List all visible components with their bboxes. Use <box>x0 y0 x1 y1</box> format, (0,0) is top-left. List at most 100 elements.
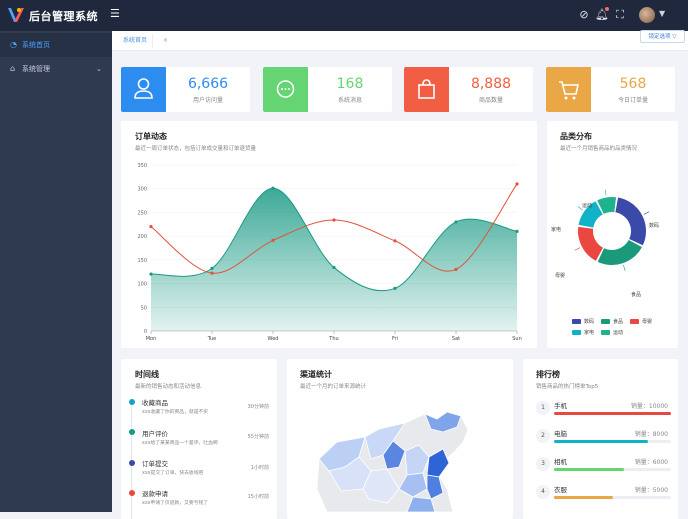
timeline-desc: xxx提交了订单，快去收钱吧 <box>142 471 204 476</box>
stat-icon-box <box>263 67 308 112</box>
card-title: 时间线 <box>135 370 159 379</box>
close-icon[interactable]: × <box>163 34 168 48</box>
rank-bar-fill <box>554 496 613 499</box>
rank-name: 手机 <box>554 402 567 410</box>
stat-card-orders: 568 今日订单量 <box>546 67 675 112</box>
stat-label: 商品数量 <box>478 97 503 104</box>
data-point <box>515 229 519 233</box>
app-title: 后台管理系统 <box>29 10 98 23</box>
timeline-dot <box>129 399 135 405</box>
timeline-dot <box>129 490 135 496</box>
legend-label: 母婴 <box>642 319 653 325</box>
channel-card: 渠道统计 最近一个月的订单来源统计 <box>287 359 513 519</box>
data-point <box>210 271 214 275</box>
rank-name: 相机 <box>554 458 567 466</box>
slice-label-line <box>643 211 650 215</box>
timeline-card: 时间线 最新的销售动态和活动信息 收藏商品 xxx收藏了你的商品，就是不买 30… <box>121 359 277 519</box>
order-chart-card: 订单动态 最近一周订单状态，包括订单成交量和订单退货量 0 50 100 150 200… <box>121 121 537 348</box>
card-subtitle: 销售商品的热门榜单Top5 <box>536 384 599 390</box>
rank-badge: 3 <box>536 457 550 471</box>
y-tick-label: 100 <box>137 282 147 288</box>
data-point <box>393 286 397 290</box>
slice-label: 家电 <box>551 226 561 233</box>
data-point <box>454 220 458 224</box>
data-point <box>515 182 519 186</box>
y-tick-label: 0 <box>144 329 147 335</box>
menu-toggle-icon[interactable]: ☰ <box>110 8 122 20</box>
donut-slice <box>578 226 603 261</box>
donut-slice <box>615 197 646 246</box>
x-tick-label: Thu <box>328 336 338 342</box>
stat-label: 用户访问量 <box>192 97 223 104</box>
timeline-title: 收藏商品 <box>142 399 168 407</box>
notification-dot <box>605 7 609 11</box>
sidebar-item-home[interactable]: ◔ 系统首页 <box>0 33 112 57</box>
ranking-card: 排行榜 销售商品的热门榜单Top5 1 手机 销量：10000 2 电脑 销量：… <box>523 359 678 519</box>
fullscreen-icon[interactable]: ⛶ <box>613 8 627 22</box>
stat-icon-box <box>546 67 591 112</box>
avatar[interactable] <box>639 7 655 23</box>
x-tick-label: Sat <box>452 336 460 342</box>
rank-value: 销量：8000 <box>634 431 668 438</box>
category-chart-card: 品类分布 最近一个月销售商品的品类情况 数码 食品 母婴 家电 运动 数码 食品 母婴 … <box>547 121 678 348</box>
rank-value: 销量：6000 <box>634 459 668 466</box>
y-tick-label: 300 <box>137 187 147 193</box>
theme-icon[interactable]: ⊘ <box>577 8 591 22</box>
rank-badge: 2 <box>536 429 550 443</box>
rank-bar-fill <box>554 412 671 415</box>
timeline-time: 30分钟前 <box>247 404 269 410</box>
stat-card-visits: 6,666 用户访问量 <box>121 67 250 112</box>
slice-label: 母婴 <box>555 273 565 279</box>
sidebar-item-label: 系统首页 <box>22 41 50 49</box>
message-icon <box>276 80 295 98</box>
timeline-title: 订单提交 <box>142 460 168 468</box>
timeline-time: 15小时前 <box>247 494 269 500</box>
bag-icon <box>418 79 435 99</box>
lock-options-button[interactable]: 锁定选项 ▽ <box>640 30 685 43</box>
stat-icon-box <box>404 67 449 112</box>
china-map <box>316 411 469 513</box>
rank-bar <box>554 412 671 415</box>
y-tick-label: 250 <box>137 210 147 216</box>
data-point <box>393 239 397 243</box>
timeline-desc: xxx申请了仅退款，又要亏钱了 <box>142 501 209 506</box>
breadcrumb: 系统首页 × 锁定选项 ▽ <box>112 30 688 51</box>
slice-label: 数码 <box>649 222 659 229</box>
timeline-desc: xxx给了某某商品一个差评，吐血啊 <box>142 441 218 446</box>
rank-bar <box>554 496 671 499</box>
slice-label-line <box>623 265 626 271</box>
legend-item[interactable]: 食品 <box>601 318 623 325</box>
legend-item[interactable]: 运动 <box>601 329 623 336</box>
stat-value: 568 <box>619 76 647 92</box>
slice-label: 运动 <box>582 202 592 209</box>
sidebar: ◔ 系统首页 ⌂ 系统管理 ⌄ <box>0 31 112 512</box>
legend-item[interactable]: 母婴 <box>630 318 652 325</box>
rank-name: 电脑 <box>554 430 567 438</box>
sidebar-item-label: 系统管理 <box>22 65 50 73</box>
stat-card-messages: 168 系统消息 <box>263 67 392 112</box>
timeline-title: 退款申请 <box>142 490 168 498</box>
rank-value: 销量：5000 <box>634 487 668 494</box>
rank-bar-fill <box>554 468 625 471</box>
legend-item[interactable]: 家电 <box>572 329 594 336</box>
stat-label: 今日订单量 <box>617 97 648 104</box>
home-icon: ⌂ <box>10 64 16 73</box>
chevron-down-icon[interactable]: ▼ <box>659 9 665 18</box>
logo-icon <box>8 8 24 22</box>
timeline-time: 1小时前 <box>250 465 269 471</box>
card-subtitle: 最新的销售动态和活动信息 <box>135 384 202 390</box>
timeline-desc: xxx收藏了你的商品，就是不买 <box>142 410 209 415</box>
y-tick-label: 150 <box>137 258 147 264</box>
data-point <box>149 225 153 229</box>
rank-value: 销量：10000 <box>630 403 668 410</box>
x-tick-label: Sun <box>512 336 522 342</box>
tab-home[interactable]: 系统首页 <box>118 34 154 48</box>
legend-item[interactable]: 数码 <box>572 318 594 325</box>
sidebar-item-system[interactable]: ⌂ 系统管理 ⌄ <box>0 57 112 81</box>
y-tick-label: 50 <box>141 305 147 311</box>
stat-value: 6,666 <box>187 76 229 92</box>
category-donut-chart: 数码食品 母婴 家电 运动 <box>551 189 659 298</box>
slice-label-line <box>604 189 607 196</box>
rank-badge: 1 <box>536 401 550 415</box>
cart-icon <box>559 81 579 100</box>
